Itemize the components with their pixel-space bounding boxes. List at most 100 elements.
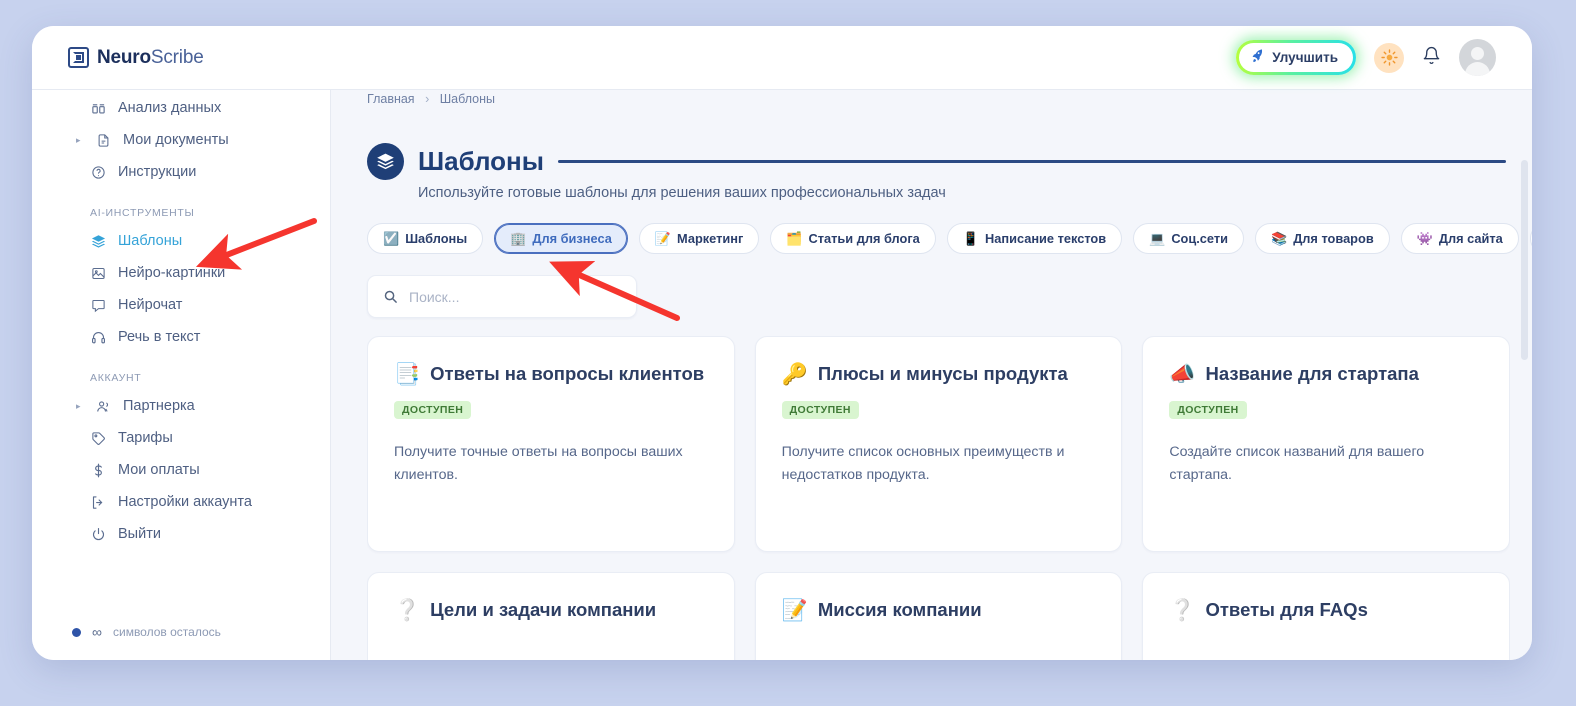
sidebar-item-мои-оплаты[interactable]: Мои оплаты	[90, 454, 330, 486]
sidebar-item-настройки-аккаунта[interactable]: Настройки аккаунта	[90, 486, 330, 518]
sidebar-section-account: ▸ Партнерка Тарифы Мои оплаты Настройки акка…	[32, 390, 330, 550]
sidebar-item-label: Шаблоны	[118, 233, 183, 249]
card-title: Плюсы и минусы продукта	[817, 363, 1068, 384]
sidebar-group-ai-tools: AI-ИНСТРУМЕНТЫ	[90, 207, 195, 219]
chip-label: Шаблоны	[405, 231, 468, 246]
document-icon	[95, 133, 112, 148]
avatar[interactable]	[1459, 39, 1496, 76]
chip-для-сайта[interactable]: 👾 Для сайта	[1400, 223, 1519, 254]
chevron-right-icon: ▸	[76, 134, 81, 145]
chat-bubble-icon	[90, 298, 107, 313]
improve-button-label: Улучшить	[1272, 50, 1338, 65]
chevron-right-icon: ▸	[76, 400, 81, 411]
breadcrumb-home[interactable]: Главная	[367, 92, 415, 106]
megaphone-icon: 📣	[1169, 362, 1196, 386]
sidebar-item-выйти[interactable]: Выйти	[90, 518, 330, 550]
template-card[interactable]: 📝 Миссия компании	[754, 572, 1123, 660]
mobile-phone-icon: 📱	[962, 231, 979, 246]
sidebar-item-label: Анализ данных	[118, 100, 222, 116]
chip-соц-сети[interactable]: 💻 Соц.сети	[1133, 223, 1244, 254]
sidebar-item-label: Мои документы	[123, 132, 229, 148]
document-lines-icon: 📝	[781, 598, 808, 622]
brand-name: NeuroScribe	[97, 47, 204, 69]
chip-для-бизнеса[interactable]: 🏢 Для бизнеса	[494, 223, 628, 254]
status-dot-icon	[72, 627, 81, 637]
sidebar-item-мои-документы[interactable]: ▸ Мои документы	[76, 124, 330, 156]
chip-написание-текстов[interactable]: 📱 Написание текстов	[946, 223, 1123, 254]
brand-name-light: Scribe	[150, 46, 204, 68]
chip-label: Для бизнеса	[532, 231, 612, 246]
chars-left-label: символов осталось	[112, 625, 221, 639]
search-box[interactable]	[367, 275, 637, 318]
search-input[interactable]	[409, 288, 621, 305]
sun-icon[interactable]	[1374, 42, 1404, 73]
checkbox-icon: ☑️	[383, 231, 400, 246]
sidebar: Анализ данных ▸ Мои документы Инструкции AI…	[32, 89, 331, 660]
chars-left-indicator: ∞ символов осталось	[72, 624, 221, 640]
template-card[interactable]: 📑 Ответы на вопросы клиентов ДОСТУПЕН Получ…	[367, 336, 735, 552]
top-bar-actions: Улучшить	[1236, 39, 1496, 76]
template-card-grid: 📑 Ответы на вопросы клиентов ДОСТУПЕН Получ…	[367, 336, 1510, 660]
template-card[interactable]: 📣 Название для стартапа ДОСТУПЕН Создайте с…	[1142, 336, 1510, 552]
chip-статьи-для-блога[interactable]: 🗂️ Статьи для блога	[770, 223, 936, 254]
power-icon	[90, 527, 107, 542]
template-card[interactable]: 🔑 Плюсы и минусы продукта ДОСТУПЕН Получите…	[754, 336, 1123, 552]
sidebar-item-тарифы[interactable]: Тарифы	[90, 422, 330, 454]
card-title: Цели и задачи компании	[430, 599, 657, 620]
template-card[interactable]: ❔ Ответы для FAQs	[1142, 572, 1510, 660]
sidebar-section-top: Анализ данных ▸ Мои документы Инструкции	[32, 92, 330, 188]
sidebar-item-label: Нейро-картинки	[118, 265, 226, 281]
bell-icon[interactable]	[1422, 46, 1441, 70]
sidebar-group-account: АККАУНТ	[90, 372, 142, 384]
sidebar-item-речь-в-текст[interactable]: Речь в текст	[90, 321, 330, 353]
sidebar-item-инструкции[interactable]: Инструкции	[90, 156, 330, 188]
page-title-rule	[557, 160, 1506, 163]
headphones-icon	[90, 330, 107, 345]
template-card[interactable]: ❔ Цели и задачи компании	[367, 572, 735, 660]
scrollbar-thumb[interactable]	[1521, 160, 1528, 360]
page-header: Шаблоны Используйте готовые шаблоны для …	[367, 143, 1506, 201]
brand-logo[interactable]: NeuroScribe	[68, 47, 204, 69]
sidebar-item-label: Настройки аккаунта	[118, 494, 252, 510]
page-title: Шаблоны	[418, 146, 544, 176]
question-mark-icon: ❔	[394, 598, 421, 622]
sidebar-item-партнерка[interactable]: ▸ Партнерка	[76, 390, 330, 422]
chip-для-товаров[interactable]: 📚 Для товаров	[1255, 223, 1390, 254]
laptop-icon: 💻	[1149, 231, 1166, 246]
layers-icon	[367, 143, 404, 180]
sidebar-item-label: Инструкции	[118, 164, 197, 180]
card-index-dividers-icon: 🗂️	[786, 231, 803, 246]
breadcrumb-current: Шаблоны	[439, 92, 495, 106]
card-title: Ответы для FAQs	[1205, 599, 1368, 620]
sidebar-item-анализ-данных[interactable]: Анализ данных	[90, 92, 330, 124]
status-badge: ДОСТУПЕН	[394, 401, 472, 419]
books-icon: 📚	[1271, 231, 1288, 246]
brand-name-bold: Neuro	[97, 46, 151, 68]
chip-label: Для товаров	[1293, 231, 1374, 246]
improve-button[interactable]: Улучшить	[1239, 43, 1353, 72]
chip-шаблоны[interactable]: ☑️ Шаблоны	[367, 223, 484, 254]
card-title: Ответы на вопросы клиентов	[430, 363, 705, 384]
question-mark-icon: ❔	[1169, 598, 1196, 622]
card-title-row: ❔ Цели и задачи компании	[394, 599, 708, 621]
page-subtitle: Используйте готовые шаблоны для решения …	[418, 185, 946, 201]
chip-маркетинг[interactable]: 📝 Маркетинг	[638, 223, 760, 254]
question-circle-icon	[90, 165, 107, 180]
sidebar-item-label: Мои оплаты	[118, 462, 200, 478]
card-title-row: ❔ Ответы для FAQs	[1169, 599, 1483, 621]
vertical-scrollbar[interactable]	[1521, 160, 1528, 652]
sidebar-item-label: Партнерка	[123, 398, 195, 414]
dollar-icon	[90, 463, 107, 478]
sidebar-item-нейрочат[interactable]: Нейрочат	[90, 289, 330, 321]
office-building-icon: 🏢	[510, 231, 527, 246]
page-header-row: Шаблоны	[367, 143, 1506, 180]
main-content: Главная › Шаблоны Шаблоны Используйте го…	[331, 89, 1532, 660]
sidebar-item-шаблоны[interactable]: Шаблоны	[90, 225, 330, 257]
card-title: Название для стартапа	[1205, 363, 1419, 384]
chip-для-школы[interactable]: Для школы	[1529, 223, 1532, 254]
sidebar-section-ai-tools: Шаблоны Нейро-картинки Нейрочат Речь в текс…	[32, 225, 330, 353]
breadcrumb: Главная › Шаблоны	[367, 92, 495, 106]
card-title: Миссия компании	[817, 599, 982, 620]
sidebar-item-нейро-картинки[interactable]: Нейро-картинки	[90, 257, 330, 289]
chip-label: Статьи для блога	[808, 231, 920, 246]
